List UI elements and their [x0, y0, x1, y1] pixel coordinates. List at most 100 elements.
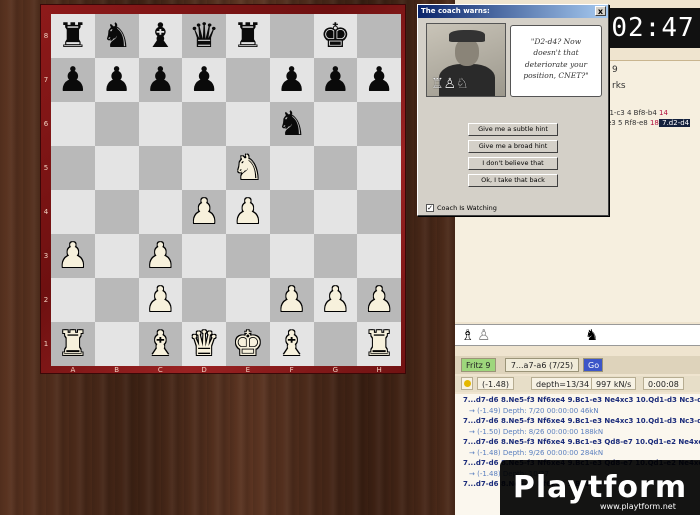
square-g6[interactable] — [313, 102, 358, 146]
square-f6[interactable]: ♞ — [269, 102, 314, 146]
notation-line[interactable]: f1-c3 4 Bf8-b4 14 — [607, 109, 668, 117]
square-h4[interactable] — [357, 190, 401, 234]
square-a4[interactable] — [51, 190, 95, 234]
square-h6[interactable] — [357, 102, 401, 146]
square-e1[interactable]: ♚ — [226, 322, 270, 366]
square-c2[interactable]: ♟ — [138, 278, 183, 322]
chess-board[interactable]: ♜ ♞ ♝ ♛ ♜ ♚ ♟ ♟ ♟ ♟ ♟ ♟ ♟ ♞ ♞ ♟ ♟ ♟ ♟ ♟ ♟ ♟ ♟ ♜ ♝ ♛ ♚ ♝ ♜ — [51, 14, 401, 366]
white-pawn-icon[interactable]: ♟ — [233, 195, 263, 229]
square-a8[interactable]: ♜ — [51, 14, 95, 58]
white-knight-icon[interactable]: ♞ — [233, 151, 263, 185]
square-d1[interactable]: ♛ — [182, 322, 226, 366]
white-bishop-icon[interactable]: ♝ — [276, 327, 306, 361]
square-g7[interactable]: ♟ — [313, 58, 358, 102]
coach-title-bar[interactable]: The coach warns: x — [418, 5, 608, 18]
black-pawn-icon[interactable]: ♟ — [276, 63, 306, 97]
square-g2[interactable]: ♟ — [313, 278, 358, 322]
square-h3[interactable] — [357, 234, 401, 278]
square-g1[interactable] — [313, 322, 358, 366]
square-c4[interactable] — [138, 190, 183, 234]
square-f2[interactable]: ♟ — [269, 278, 314, 322]
square-f5[interactable] — [269, 146, 314, 190]
square-d6[interactable] — [182, 102, 226, 146]
square-b5[interactable] — [94, 146, 139, 190]
square-h5[interactable] — [357, 146, 401, 190]
go-button[interactable]: Go — [583, 358, 603, 372]
black-king-icon[interactable]: ♚ — [320, 19, 350, 53]
white-pawn-icon[interactable]: ♟ — [189, 195, 219, 229]
square-f3[interactable] — [269, 234, 314, 278]
white-pawn-icon[interactable]: ♟ — [320, 283, 350, 317]
black-pawn-icon[interactable]: ♟ — [145, 63, 175, 97]
square-g4[interactable] — [313, 190, 358, 234]
black-bishop-icon[interactable]: ♝ — [145, 19, 175, 53]
square-h8[interactable] — [357, 14, 401, 58]
square-c1[interactable]: ♝ — [138, 322, 183, 366]
white-queen-icon[interactable]: ♛ — [189, 327, 219, 361]
square-b1[interactable] — [94, 322, 139, 366]
broad-hint-button[interactable]: Give me a broad hint — [468, 140, 558, 153]
square-f7[interactable]: ♟ — [269, 58, 314, 102]
square-a7[interactable]: ♟ — [51, 58, 95, 102]
black-pawn-icon[interactable]: ♟ — [364, 63, 394, 97]
dont-believe-button[interactable]: I don't believe that — [468, 157, 558, 170]
square-b2[interactable] — [94, 278, 139, 322]
coach-watching-checkbox[interactable]: ✓ Coach Is Watching — [426, 204, 497, 212]
square-g8[interactable]: ♚ — [313, 14, 358, 58]
black-knight-icon[interactable]: ♞ — [276, 107, 306, 141]
white-pawn-icon[interactable]: ♟ — [276, 283, 306, 317]
square-e7[interactable] — [226, 58, 270, 102]
square-h2[interactable]: ♟ — [357, 278, 401, 322]
black-rook-icon[interactable]: ♜ — [58, 19, 88, 53]
square-d5[interactable] — [182, 146, 226, 190]
square-a2[interactable] — [51, 278, 95, 322]
white-king-icon[interactable]: ♚ — [233, 327, 263, 361]
notation-line[interactable]: e3 5 Rf8-e8 18 7.d2-d4 — [607, 119, 691, 127]
square-d8[interactable]: ♛ — [182, 14, 226, 58]
white-rook-icon[interactable]: ♜ — [364, 327, 394, 361]
square-d2[interactable] — [182, 278, 226, 322]
white-bishop-icon[interactable]: ♝ — [145, 327, 175, 361]
checkbox-icon[interactable]: ✓ — [426, 204, 434, 212]
black-rook-icon[interactable]: ♜ — [233, 19, 263, 53]
square-d3[interactable] — [182, 234, 226, 278]
square-c7[interactable]: ♟ — [138, 58, 183, 102]
square-c5[interactable] — [138, 146, 183, 190]
square-b4[interactable] — [94, 190, 139, 234]
white-rook-icon[interactable]: ♜ — [58, 327, 88, 361]
black-queen-icon[interactable]: ♛ — [189, 19, 219, 53]
square-c3[interactable]: ♟ — [138, 234, 183, 278]
square-e5[interactable]: ♞ — [226, 146, 270, 190]
take-back-button[interactable]: Ok, I take that back — [468, 174, 558, 187]
square-f4[interactable] — [269, 190, 314, 234]
square-d7[interactable]: ♟ — [182, 58, 226, 102]
black-pawn-icon[interactable]: ♟ — [189, 63, 219, 97]
square-e4[interactable]: ♟ — [226, 190, 270, 234]
black-pawn-icon[interactable]: ♟ — [320, 63, 350, 97]
black-knight-icon[interactable]: ♞ — [101, 19, 131, 53]
square-b3[interactable] — [94, 234, 139, 278]
square-a3[interactable]: ♟ — [51, 234, 95, 278]
square-h7[interactable]: ♟ — [357, 58, 401, 102]
square-e6[interactable] — [226, 102, 270, 146]
square-a1[interactable]: ♜ — [51, 322, 95, 366]
engine-name[interactable]: Fritz 9 — [461, 358, 496, 372]
square-g3[interactable] — [313, 234, 358, 278]
square-g5[interactable] — [313, 146, 358, 190]
black-pawn-icon[interactable]: ♟ — [101, 63, 131, 97]
square-f1[interactable]: ♝ — [269, 322, 314, 366]
white-pawn-icon[interactable]: ♟ — [145, 239, 175, 273]
square-e3[interactable] — [226, 234, 270, 278]
square-h1[interactable]: ♜ — [357, 322, 401, 366]
square-e2[interactable] — [226, 278, 270, 322]
close-icon[interactable]: x — [595, 6, 606, 16]
white-pawn-icon[interactable]: ♟ — [58, 239, 88, 273]
square-e8[interactable]: ♜ — [226, 14, 270, 58]
white-pawn-icon[interactable]: ♟ — [364, 283, 394, 317]
square-b8[interactable]: ♞ — [94, 14, 139, 58]
square-d4[interactable]: ♟ — [182, 190, 226, 234]
square-b6[interactable] — [94, 102, 139, 146]
square-c8[interactable]: ♝ — [138, 14, 183, 58]
white-pawn-icon[interactable]: ♟ — [145, 283, 175, 317]
square-a6[interactable] — [51, 102, 95, 146]
